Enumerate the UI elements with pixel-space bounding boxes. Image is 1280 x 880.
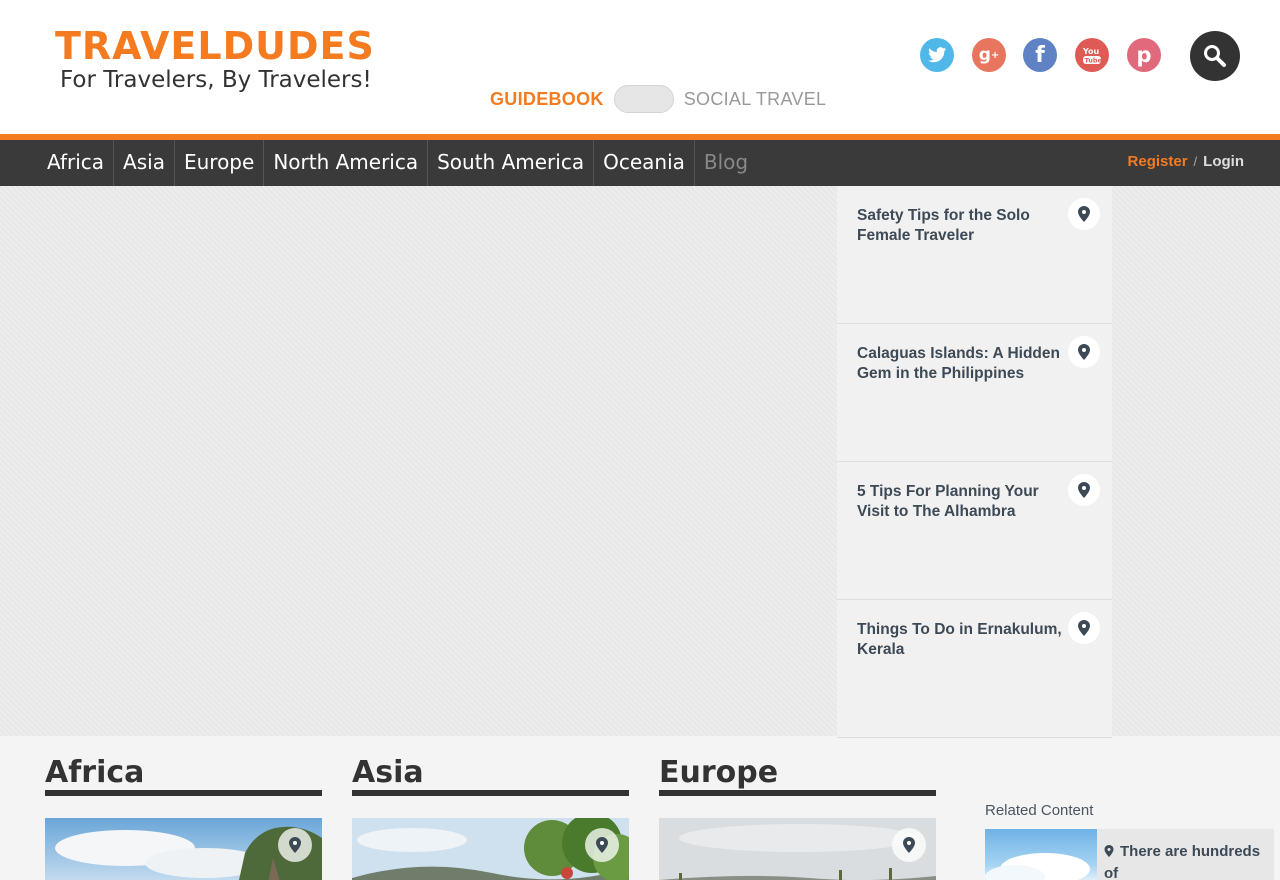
region-title[interactable]: Africa (45, 750, 322, 796)
related-content-heading: Related Content (985, 802, 1094, 819)
auth-separator: / (1193, 154, 1198, 169)
nav-item-north-america[interactable]: North America (264, 140, 429, 186)
auth-links: Register / Login (1128, 140, 1244, 186)
region-image[interactable] (659, 818, 936, 880)
register-link[interactable]: Register (1128, 153, 1188, 170)
mode-switch: GUIDEBOOK SOCIAL TRAVEL (490, 85, 826, 113)
login-link[interactable]: Login (1203, 153, 1244, 170)
facebook-icon[interactable]: f (1023, 38, 1057, 72)
mode-toggle[interactable] (613, 85, 674, 113)
related-content-title[interactable]: There are hundreds of (1104, 841, 1264, 880)
mode-social-travel-label[interactable]: SOCIAL TRAVEL (684, 89, 827, 110)
location-pin-icon (1078, 344, 1090, 360)
featured-item-title[interactable]: Safety Tips for the Solo Female Traveler (857, 206, 1062, 246)
region-image[interactable] (352, 818, 629, 880)
region-image[interactable] (45, 818, 322, 880)
region-europe: Europe (659, 750, 936, 880)
location-pin-button[interactable] (1068, 612, 1100, 644)
nav-item-europe[interactable]: Europe (175, 140, 265, 186)
featured-item[interactable]: Calaguas Islands: A Hidden Gem in the Ph… (837, 324, 1112, 462)
search-icon (1204, 45, 1226, 67)
related-thumbnail[interactable] (985, 829, 1097, 880)
featured-item-title[interactable]: 5 Tips For Planning Your Visit to The Al… (857, 482, 1062, 522)
nav-item-oceania[interactable]: Oceania (594, 140, 695, 186)
location-pin-button[interactable] (1068, 198, 1100, 230)
location-pin-icon (289, 837, 301, 853)
site-logo[interactable]: TRAVELDUDES For Travelers, By Travelers! (55, 26, 375, 94)
featured-item[interactable]: Safety Tips for the Solo Female Traveler (837, 186, 1112, 324)
featured-item-title[interactable]: Things To Do in Ernakulum, Kerala (857, 620, 1062, 660)
main-nav: Africa Asia Europe North America South A… (0, 140, 1280, 186)
location-pin-icon (903, 837, 915, 853)
featured-item[interactable]: 5 Tips For Planning Your Visit to The Al… (837, 462, 1112, 600)
featured-item-title[interactable]: Calaguas Islands: A Hidden Gem in the Ph… (857, 344, 1062, 384)
location-pin-icon (596, 837, 608, 853)
search-button[interactable] (1190, 31, 1240, 81)
nav-item-south-america[interactable]: South America (428, 140, 595, 186)
nav-item-africa[interactable]: Africa (38, 140, 115, 186)
logo-tagline: For Travelers, By Travelers! (60, 67, 372, 93)
nav-item-asia[interactable]: Asia (114, 140, 175, 186)
location-pin-button[interactable] (1068, 474, 1100, 506)
svg-text:You: You (1082, 47, 1100, 56)
nav-item-blog[interactable]: Blog (695, 140, 757, 186)
logo-wordmark: TRAVELDUDES (55, 24, 375, 68)
svg-text:Tube: Tube (1085, 57, 1103, 65)
region-title[interactable]: Asia (352, 750, 629, 796)
location-pin-icon (1104, 845, 1114, 857)
location-pin-button[interactable] (278, 828, 312, 862)
featured-item[interactable]: Things To Do in Ernakulum, Kerala (837, 600, 1112, 738)
twitter-icon[interactable] (920, 38, 954, 72)
google-plus-icon[interactable]: g + (972, 38, 1006, 72)
location-pin-button[interactable] (1068, 336, 1100, 368)
location-pin-icon (1078, 620, 1090, 636)
region-title[interactable]: Europe (659, 750, 936, 796)
region-africa: Africa (45, 750, 322, 880)
location-pin-button[interactable] (892, 828, 926, 862)
mode-guidebook-label[interactable]: GUIDEBOOK (490, 89, 604, 110)
related-content-card[interactable]: There are hundreds of (985, 829, 1274, 880)
location-pin-button[interactable] (585, 828, 619, 862)
related-content-text: There are hundreds of (1104, 843, 1261, 880)
site-header: TRAVELDUDES For Travelers, By Travelers!… (0, 0, 1280, 135)
region-asia: Asia (352, 750, 629, 880)
pinterest-icon[interactable]: p (1127, 38, 1161, 72)
youtube-icon[interactable]: You Tube (1075, 38, 1109, 72)
location-pin-icon (1078, 206, 1090, 222)
location-pin-icon (1078, 482, 1090, 498)
featured-list: Safety Tips for the Solo Female Traveler… (837, 186, 1112, 738)
